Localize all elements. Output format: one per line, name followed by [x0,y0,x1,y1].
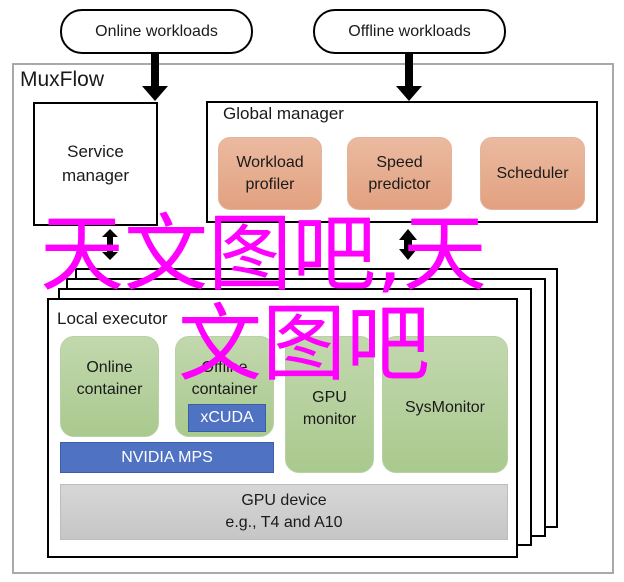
watermark-line-2: 文图吧 [178,295,431,393]
arrow-offline-to-global-manager [396,54,422,101]
arrow-online-to-service-manager [142,54,168,101]
watermark-line-1: 天文图吧,天 [40,205,487,303]
